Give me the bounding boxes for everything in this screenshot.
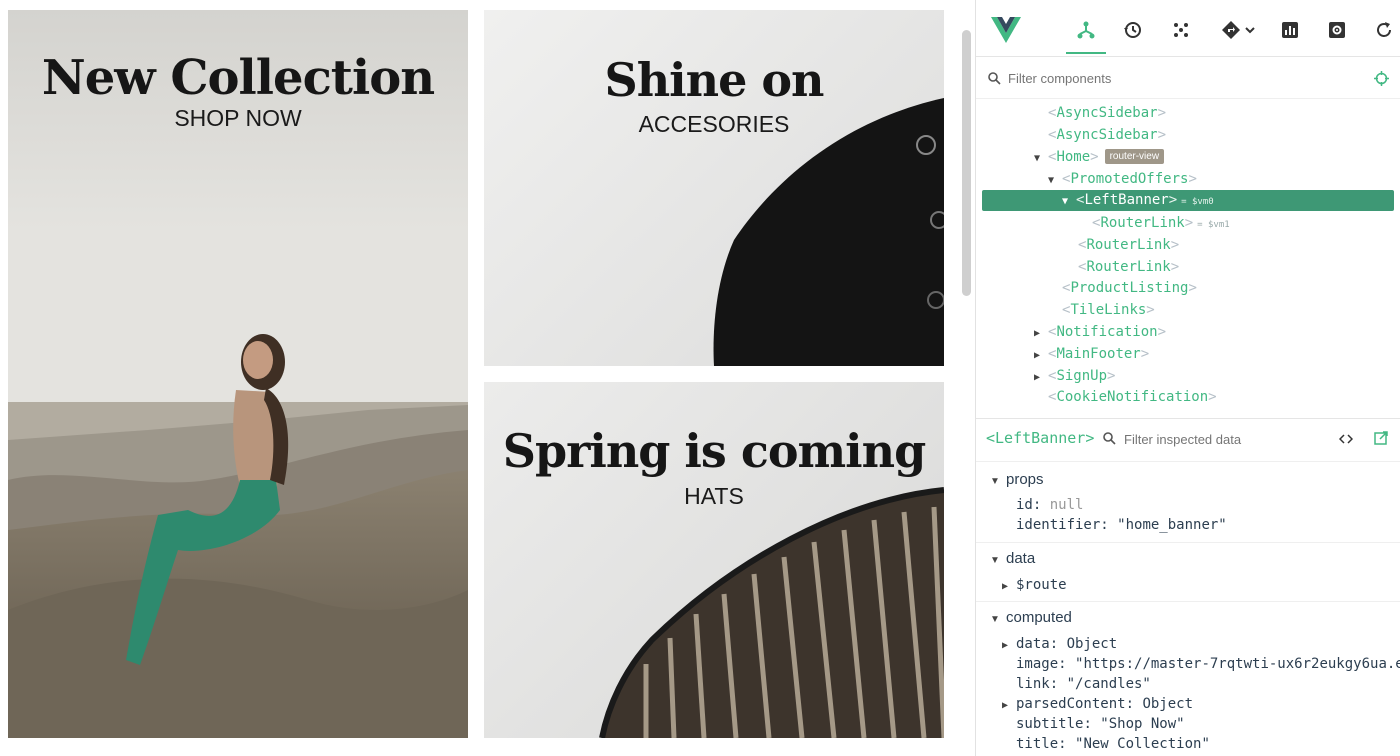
filter-inspected-data-input[interactable] xyxy=(1122,431,1306,448)
tree-node-product-listing[interactable]: <ProductListing> xyxy=(1062,278,1197,299)
tree-node-router-link[interactable]: <RouterLink> = $vm1 xyxy=(1092,213,1230,234)
expand-arrow-icon[interactable]: ▼ xyxy=(990,610,1006,630)
search-icon xyxy=(988,72,1001,85)
vuex-grid-icon[interactable] xyxy=(1161,8,1201,52)
computed-row[interactable]: ▶ data: Object xyxy=(1002,634,1117,654)
banner-title: New Collection xyxy=(41,50,435,106)
tree-node-promoted-offers[interactable]: ▼ <PromotedOffers> xyxy=(1048,169,1197,190)
tree-node-router-link[interactable]: <RouterLink> xyxy=(1078,235,1179,256)
router-view-badge: router-view xyxy=(1104,149,1165,164)
open-in-editor-icon[interactable] xyxy=(1374,431,1388,445)
collapsed-arrow-icon[interactable]: ▶ xyxy=(1002,636,1016,656)
tree-node-home[interactable]: ▼ <Home> router-view xyxy=(1034,147,1165,169)
collapsed-arrow-icon[interactable]: ▶ xyxy=(1034,345,1048,366)
bottom-right-banner[interactable]: Spring is coming HATS xyxy=(484,382,944,738)
tree-node-sign-up[interactable]: ▶ <SignUp> xyxy=(1034,366,1115,387)
tree-node-notification[interactable]: ▶ <Notification> xyxy=(1034,322,1166,343)
section-divider xyxy=(976,542,1400,543)
expand-arrow-icon[interactable]: ▼ xyxy=(990,472,1006,492)
banner-subtitle[interactable]: ACCESORIES xyxy=(484,111,944,138)
devtools-toolbar xyxy=(976,0,1400,57)
component-tree: <AsyncSidebar> <AsyncSidebar> ▼ <Home> rou… xyxy=(976,103,1400,413)
props-section-header[interactable]: ▼ props xyxy=(990,470,1044,490)
left-banner[interactable]: New Collection SHOP NOW xyxy=(8,10,468,738)
banner-subtitle[interactable]: HATS xyxy=(484,483,944,510)
components-tab-icon[interactable] xyxy=(1066,8,1106,54)
tree-node-async-sidebar[interactable]: <AsyncSidebar> xyxy=(1048,103,1166,124)
tree-node-router-link[interactable]: <RouterLink> xyxy=(1078,257,1179,278)
expand-arrow-icon[interactable]: ▼ xyxy=(1048,170,1062,191)
computed-section: ▼ computed ▶ data: Object image: "https://… xyxy=(976,608,1400,756)
top-right-banner[interactable]: Shine on ACCESORIES xyxy=(484,10,944,366)
component-filter-bar xyxy=(976,60,1400,99)
storefront-page: New Collection SHOP NOW Shine on ACCESOR… xyxy=(0,0,958,756)
banner-title: Spring is coming xyxy=(502,424,927,478)
section-divider xyxy=(976,601,1400,602)
timeline-history-icon[interactable] xyxy=(1113,8,1153,52)
tree-node-main-footer[interactable]: ▶ <MainFooter> xyxy=(1034,344,1149,365)
computed-row[interactable]: title: "New Collection" xyxy=(1016,734,1210,754)
search-icon xyxy=(1103,432,1116,445)
inspected-component-name: <LeftBanner> xyxy=(986,429,1095,447)
computed-row[interactable]: ▶ parsedContent: Object xyxy=(1002,694,1193,714)
tree-node-tile-links[interactable]: <TileLinks> xyxy=(1062,300,1155,321)
props-section: ▼ props id: null identifier: "home_banner… xyxy=(976,470,1400,544)
expand-arrow-icon[interactable]: ▼ xyxy=(1034,148,1048,169)
computed-row[interactable]: link: "/candles" xyxy=(1016,674,1151,694)
collapsed-arrow-icon[interactable]: ▶ xyxy=(1034,323,1048,344)
expand-arrow-icon[interactable]: ▼ xyxy=(990,551,1006,571)
vue-logo-icon xyxy=(986,8,1026,52)
page-scrollbar[interactable] xyxy=(962,30,971,296)
router-dropdown-icon[interactable] xyxy=(1216,8,1260,52)
inspector-header: <LeftBanner> xyxy=(976,418,1400,462)
banner-title: Shine on xyxy=(604,53,825,107)
prop-row[interactable]: id: null xyxy=(1016,495,1083,515)
vue-devtools-panel: <AsyncSidebar> <AsyncSidebar> ▼<Home>rou… xyxy=(976,0,1400,756)
settings-gear-icon[interactable] xyxy=(1317,8,1357,52)
select-component-crosshair-icon[interactable] xyxy=(1374,71,1389,86)
tree-node-async-sidebar[interactable]: <AsyncSidebar> xyxy=(1048,125,1166,146)
refresh-icon[interactable] xyxy=(1364,8,1400,52)
filter-components-input[interactable] xyxy=(1006,70,1310,87)
data-row[interactable]: ▶ $route xyxy=(1002,575,1067,595)
collapsed-arrow-icon[interactable]: ▶ xyxy=(1002,577,1016,597)
data-section: ▼ data ▶ $route xyxy=(976,549,1400,599)
expand-arrow-icon[interactable]: ▼ xyxy=(1062,191,1076,212)
collapsed-arrow-icon[interactable]: ▶ xyxy=(1034,367,1048,388)
performance-chart-icon[interactable] xyxy=(1270,8,1310,52)
computed-row[interactable]: image: "https://master-7rqtwti-ux6r2eukg… xyxy=(1016,654,1400,674)
code-icon[interactable] xyxy=(1339,432,1353,446)
prop-row[interactable]: identifier: "home_banner" xyxy=(1016,515,1227,535)
tree-node-cookie-notification[interactable]: <CookieNotification> xyxy=(1048,387,1217,408)
banner-subtitle[interactable]: SHOP NOW xyxy=(8,105,468,132)
tree-node-left-banner-selected[interactable]: ▼ <LeftBanner> = $vm0 xyxy=(982,190,1394,211)
data-section-header[interactable]: ▼ data xyxy=(990,549,1035,569)
computed-row[interactable]: subtitle: "Shop Now" xyxy=(1016,714,1185,734)
computed-section-header[interactable]: ▼ computed xyxy=(990,608,1072,628)
collapsed-arrow-icon[interactable]: ▶ xyxy=(1002,696,1016,716)
